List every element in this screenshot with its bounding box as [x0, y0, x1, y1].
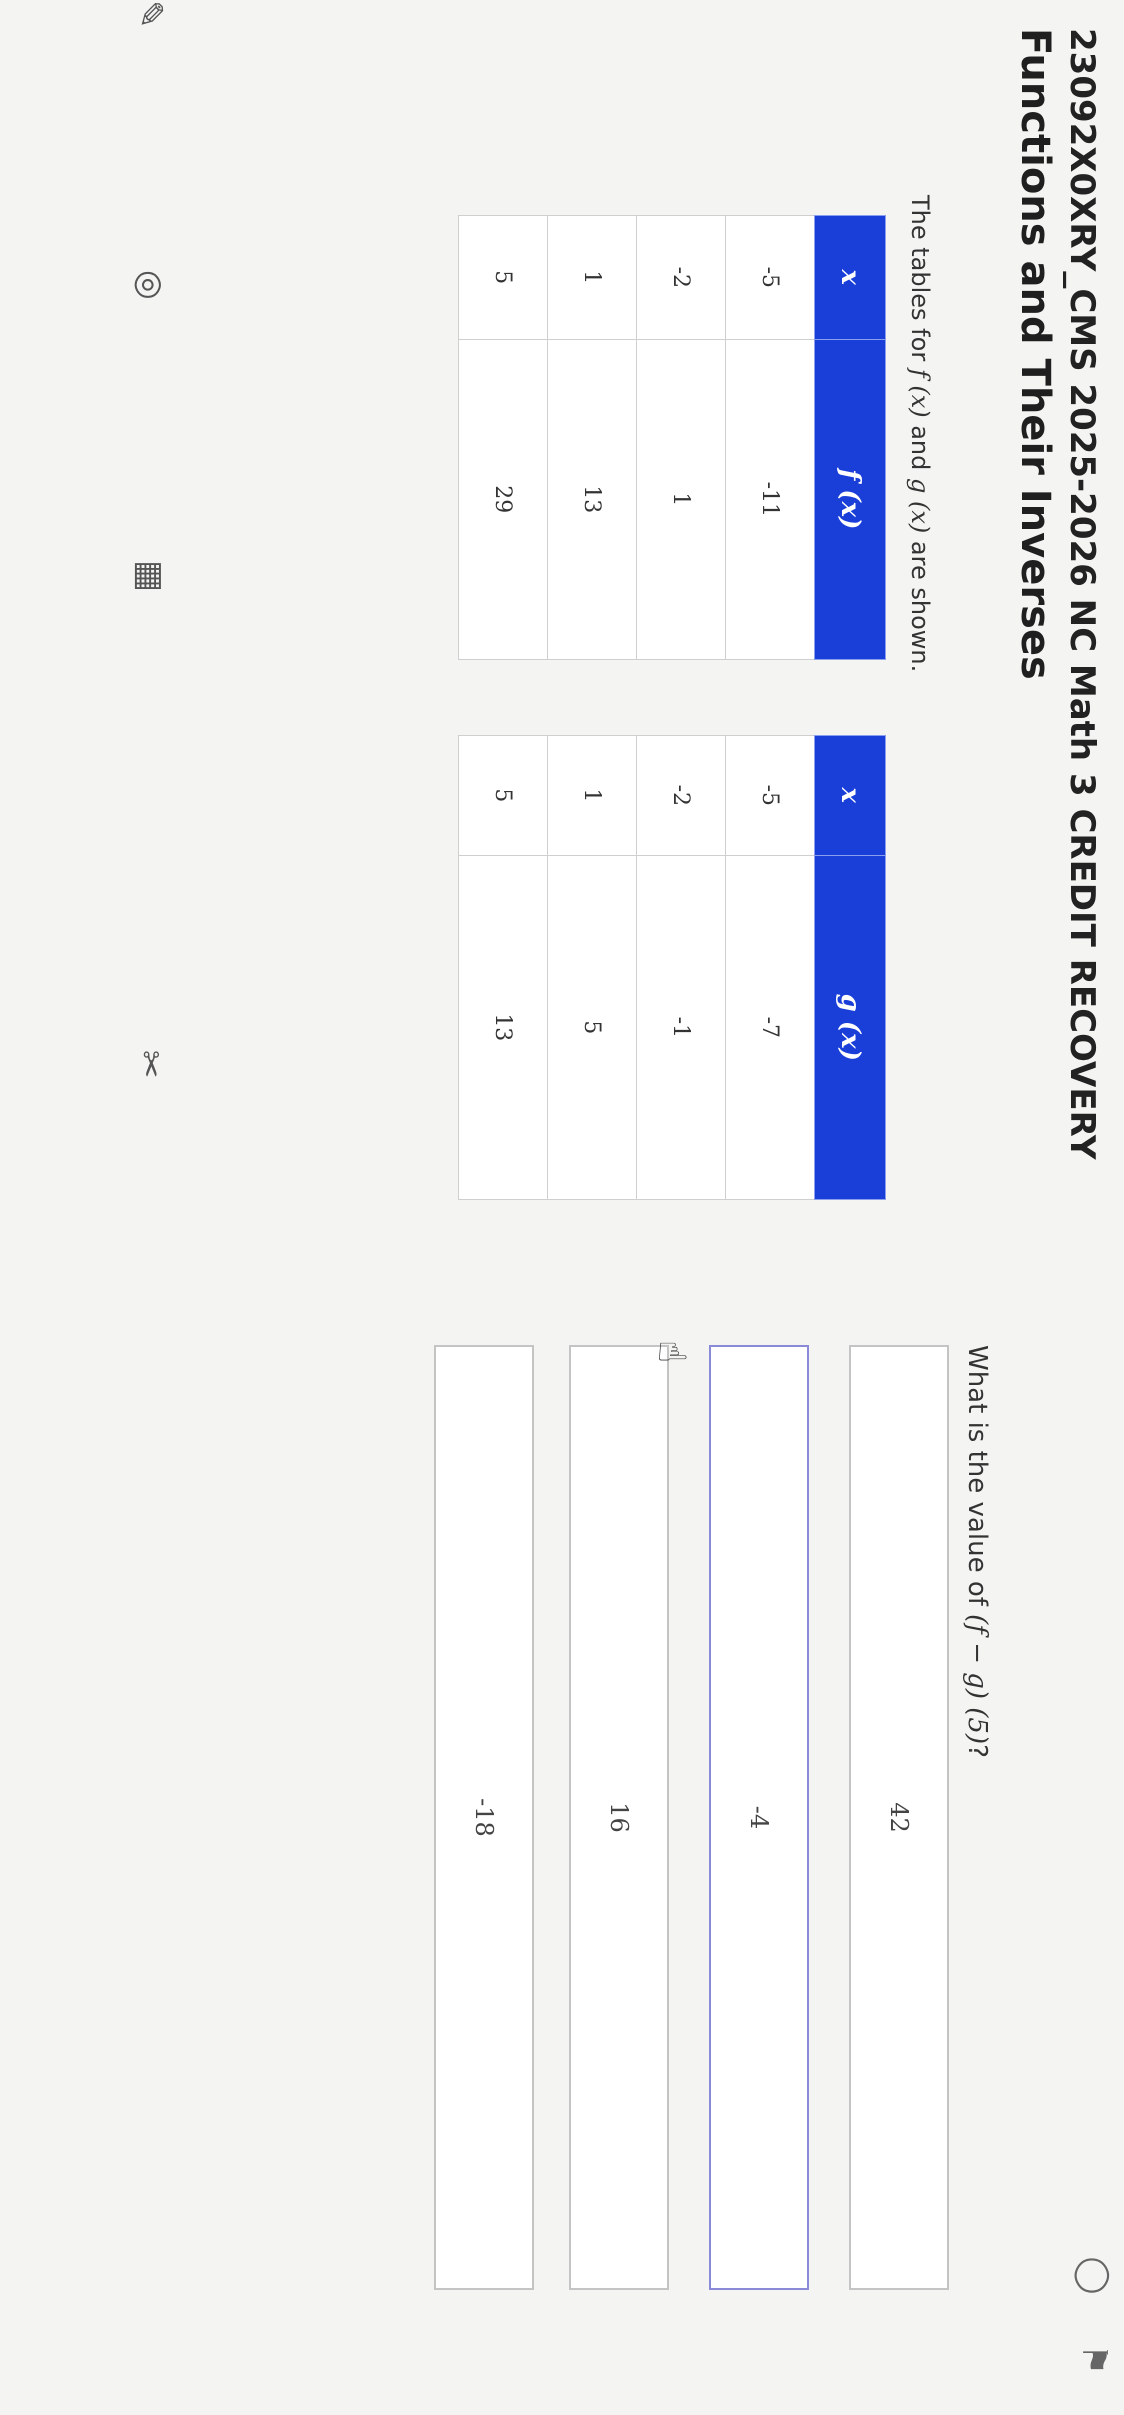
question-prompt: What is the value of (f − g) (5)? [962, 1345, 992, 1758]
table-cell: -2 [636, 215, 726, 340]
table-cell: 5 [458, 215, 548, 340]
table-cell: -5 [725, 215, 815, 340]
tool-palette: ✎ ◎ ▦ ✂ [0, 0, 170, 1200]
pencil-icon[interactable]: ✎ [130, 0, 170, 29]
table-f-header-x: x [814, 215, 886, 340]
intro-text: are shown. [906, 533, 934, 673]
table-f-header-fx: f (x) [814, 339, 886, 660]
table-cell: 29 [458, 339, 548, 660]
answer-option-c[interactable]: 16 [569, 1345, 669, 2290]
table-cell: 1 [547, 215, 637, 340]
top-toolbar: ◯ ⚑ [1074, 2256, 1114, 2375]
table-cell: -2 [636, 735, 726, 856]
lightbulb-icon[interactable]: ◯ [1074, 2256, 1114, 2294]
table-cell: 1 [636, 339, 726, 660]
table-g-header-gx: g (x) [814, 855, 886, 1200]
intro-text: The tables for [906, 195, 934, 369]
table-cell: 13 [458, 855, 548, 1200]
table-cell: 13 [547, 339, 637, 660]
table-cell: 1 [547, 735, 637, 856]
table-g: x g (x) -5 -7 -2 -1 15 5 13 [458, 735, 886, 1200]
answer-option-d[interactable]: -18 [434, 1345, 534, 2290]
table-f: x f (x) -5 -11 -2 1 1 13 5 29 [458, 215, 886, 660]
globe-icon[interactable]: ◎ [130, 270, 170, 300]
tables-intro: The tables for f (x) and g (x) are shown… [906, 195, 934, 672]
hand-cursor-icon: ☝ [650, 1340, 694, 1364]
intro-text: and [906, 417, 934, 479]
question-text: ? [962, 1744, 992, 1758]
table-cell: -1 [636, 855, 726, 1200]
lesson-title: Functions and Their Inverses [1012, 28, 1058, 680]
table-g-header-x: x [814, 735, 886, 856]
table-cell: -11 [725, 339, 815, 660]
lesson-screen: 23092X0XRY_CMS 2025-2026 NC Math 3 CREDI… [0, 0, 1124, 2415]
answer-option-b[interactable]: -4 [709, 1345, 809, 2290]
intro-f: f (x) [906, 368, 934, 418]
table-cell: -5 [725, 735, 815, 856]
calculator-icon[interactable]: ▦ [130, 560, 170, 592]
table-cell: 5 [458, 735, 548, 856]
question-expression: (f − g) (5) [962, 1614, 992, 1745]
scissors-icon[interactable]: ✂ [130, 1050, 170, 1079]
intro-g: g (x) [906, 478, 934, 534]
table-cell: 5 [547, 855, 637, 1200]
table-cell: -7 [725, 855, 815, 1200]
course-title: 23092X0XRY_CMS 2025-2026 NC Math 3 CREDI… [1062, 28, 1102, 1160]
flag-icon[interactable]: ⚑ [1074, 2345, 1114, 2375]
answer-option-a[interactable]: 42 [849, 1345, 949, 2290]
question-text: What is the value of [962, 1345, 992, 1615]
